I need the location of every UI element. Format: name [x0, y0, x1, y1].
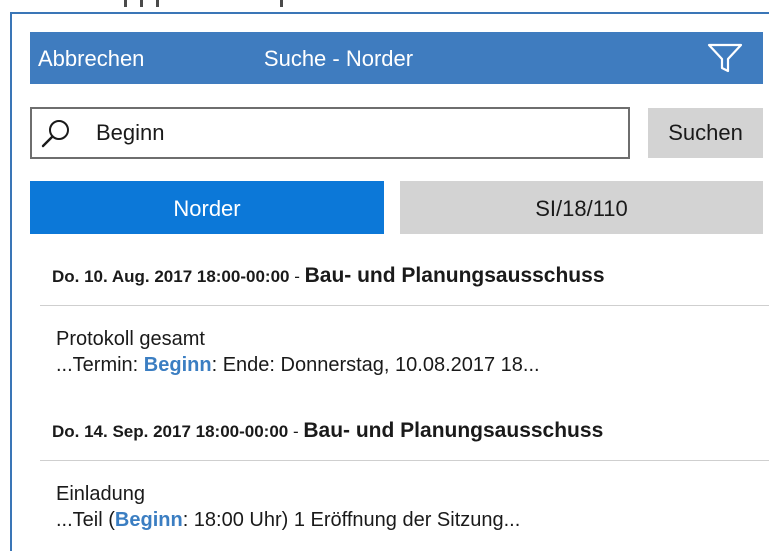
search-hit-highlight: Beginn: [143, 354, 212, 376]
search-field[interactable]: [30, 107, 630, 159]
search-result-item[interactable]: Einladung ...Teil (Beginn: 18:00 Uhr) 1 …: [40, 481, 769, 533]
committee-name: Bau- und Planungsausschuss: [303, 419, 604, 442]
cancel-button[interactable]: Abbrechen: [38, 32, 144, 84]
window-left-edge: [0, 12, 12, 551]
meeting-date: Do. 14. Sep. 2017 18:00-00:00: [52, 422, 289, 441]
result-group-header: Do. 10. Aug. 2017 18:00-00:00 - Bau- und…: [52, 264, 605, 288]
result-title: Einladung: [56, 483, 145, 505]
committee-name: Bau- und Planungsausschuss: [304, 264, 605, 287]
result-snippet: ...Teil (Beginn: 18:00 Uhr) 1 Eröffnung …: [56, 509, 521, 531]
result-snippet: ...Termin: Beginn: Ende: Donnerstag, 10.…: [56, 354, 540, 376]
result-title: Protokoll gesamt: [56, 328, 205, 350]
background-text-fragment: [120, 0, 290, 8]
header-separator: -: [288, 422, 304, 441]
divider: [40, 460, 769, 461]
tab-si-18-110[interactable]: SI/18/110: [400, 181, 763, 234]
search-hit-highlight: Beginn: [114, 509, 183, 531]
result-group-header: Do. 14. Sep. 2017 18:00-00:00 - Bau- und…: [52, 419, 603, 443]
tab-norder[interactable]: Norder: [30, 181, 384, 234]
meeting-date: Do. 10. Aug. 2017 18:00-00:00: [52, 267, 290, 286]
background-window-strip: [0, 0, 769, 12]
header-separator: -: [289, 267, 305, 286]
window-border: [0, 12, 769, 14]
search-header-bar: Abbrechen Suche - Norder: [30, 32, 763, 84]
search-result-item[interactable]: Protokoll gesamt ...Termin: Beginn: Ende…: [40, 326, 769, 378]
search-input[interactable]: [96, 109, 616, 157]
filter-icon[interactable]: [707, 42, 743, 74]
search-icon: [40, 118, 72, 150]
search-button[interactable]: Suchen: [648, 108, 763, 158]
divider: [40, 305, 769, 306]
